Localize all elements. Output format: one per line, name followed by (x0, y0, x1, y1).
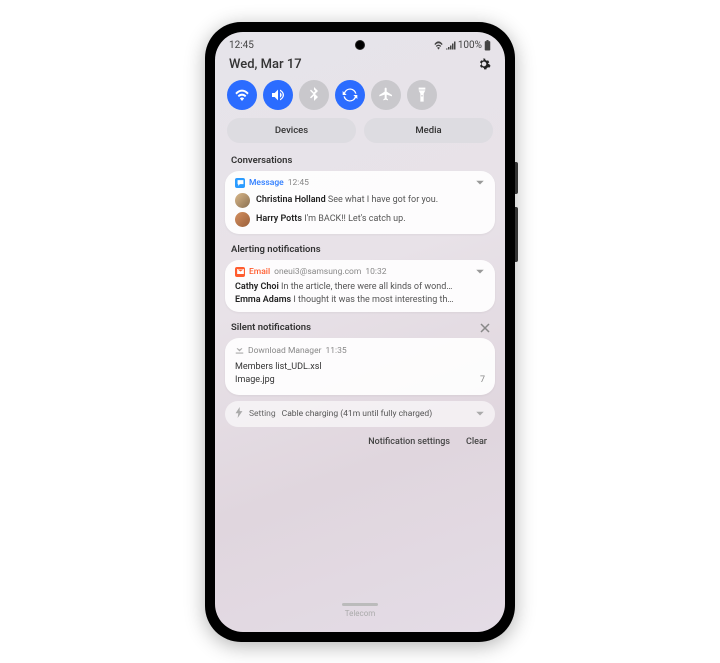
conversation-card[interactable]: Message 12:45 Christina Holland See what… (225, 171, 495, 234)
avatar (235, 212, 250, 227)
qs-rotate[interactable] (335, 80, 365, 110)
qs-sound[interactable] (263, 80, 293, 110)
section-alerting: Alerting notifications (215, 240, 505, 260)
chevron-down-icon[interactable] (475, 180, 485, 186)
bolt-icon (235, 407, 243, 421)
email-app-icon (235, 267, 245, 277)
status-right: 100% (433, 40, 491, 51)
dl-time: 11:35 (325, 346, 346, 356)
status-time: 12:45 (229, 40, 254, 51)
email-card-header: Email oneui3@samsung.com 10:32 (235, 267, 485, 277)
sender: Cathy Choi (235, 282, 279, 292)
msg-body: See what I have got for you. (328, 195, 438, 205)
mail-item[interactable]: Emma Adams I thought it was the most int… (235, 295, 485, 305)
quick-settings-row (215, 78, 505, 118)
setting-text: Cable charging (41m until fully charged) (282, 409, 433, 419)
email-addr: oneui3@samsung.com (274, 267, 361, 277)
avatar (235, 193, 250, 208)
carrier-label: Telecom (215, 609, 505, 618)
qs-flashlight[interactable] (407, 80, 437, 110)
mail-item[interactable]: Cathy Choi In the article, there were al… (235, 282, 485, 292)
download-card[interactable]: Download Manager 11:35 Members list_UDL.… (225, 338, 495, 395)
chevron-down-icon[interactable] (475, 411, 485, 417)
dl-file: Image.jpg 7 (235, 375, 485, 385)
dl-header: Download Manager 11:35 (235, 345, 485, 357)
message-app-name: Message (249, 178, 284, 188)
phone-frame: 12:45 100% Wed, Mar 17 (205, 22, 515, 642)
dl-count: 7 (480, 375, 485, 385)
email-time: 10:32 (365, 267, 386, 277)
home-indicator[interactable] (342, 603, 378, 606)
clear-button[interactable]: Clear (466, 437, 487, 447)
battery-percent: 100% (458, 40, 482, 51)
chevron-down-icon[interactable] (475, 269, 485, 275)
footer: Notification settings Clear (215, 433, 505, 451)
header: Wed, Mar 17 (215, 53, 505, 78)
section-silent: Silent notifications (215, 318, 311, 338)
sender: Christina Holland (256, 195, 326, 205)
conv-item[interactable]: Christina Holland See what I have got fo… (235, 193, 485, 208)
message-app-icon (235, 178, 245, 188)
section-silent-row: Silent notifications (215, 318, 505, 338)
sender: Emma Adams (235, 295, 291, 305)
devices-button[interactable]: Devices (227, 118, 356, 143)
section-conversations: Conversations (215, 151, 505, 171)
side-button-1 (515, 162, 518, 194)
battery-status-icon (484, 40, 491, 51)
message-time: 12:45 (288, 178, 309, 188)
setting-app: Setting (249, 409, 276, 419)
close-icon[interactable] (479, 322, 491, 334)
side-button-2 (515, 207, 518, 262)
conv-item[interactable]: Harry Potts I'm BACK!! Let's catch up. (235, 212, 485, 227)
setting-card[interactable]: Setting Cable charging (41m until fully … (225, 401, 495, 427)
media-button[interactable]: Media (364, 118, 493, 143)
sender: Harry Potts (256, 214, 302, 224)
qs-bluetooth[interactable] (299, 80, 329, 110)
notification-settings-button[interactable]: Notification settings (368, 437, 450, 447)
wifi-status-icon (433, 41, 444, 50)
dl-file: Members list_UDL.xsl (235, 362, 485, 372)
settings-gear-icon[interactable] (477, 57, 491, 71)
mail-body: In the article, there were all kinds of … (281, 282, 452, 292)
screen: 12:45 100% Wed, Mar 17 (215, 32, 505, 632)
signal-status-icon (446, 41, 456, 50)
qs-wifi[interactable] (227, 80, 257, 110)
dl-app-name: Download Manager (248, 346, 321, 356)
mail-body: I thought it was the most interesting th… (293, 295, 453, 305)
date-label: Wed, Mar 17 (229, 57, 302, 72)
front-camera (355, 40, 365, 50)
download-icon (235, 345, 244, 357)
qs-airplane[interactable] (371, 80, 401, 110)
pill-row: Devices Media (215, 118, 505, 151)
email-app-name: Email (249, 267, 270, 277)
conv-card-header: Message 12:45 (235, 178, 485, 188)
msg-body: I'm BACK!! Let's catch up. (304, 214, 405, 224)
email-card[interactable]: Email oneui3@samsung.com 10:32 Cathy Cho… (225, 260, 495, 312)
